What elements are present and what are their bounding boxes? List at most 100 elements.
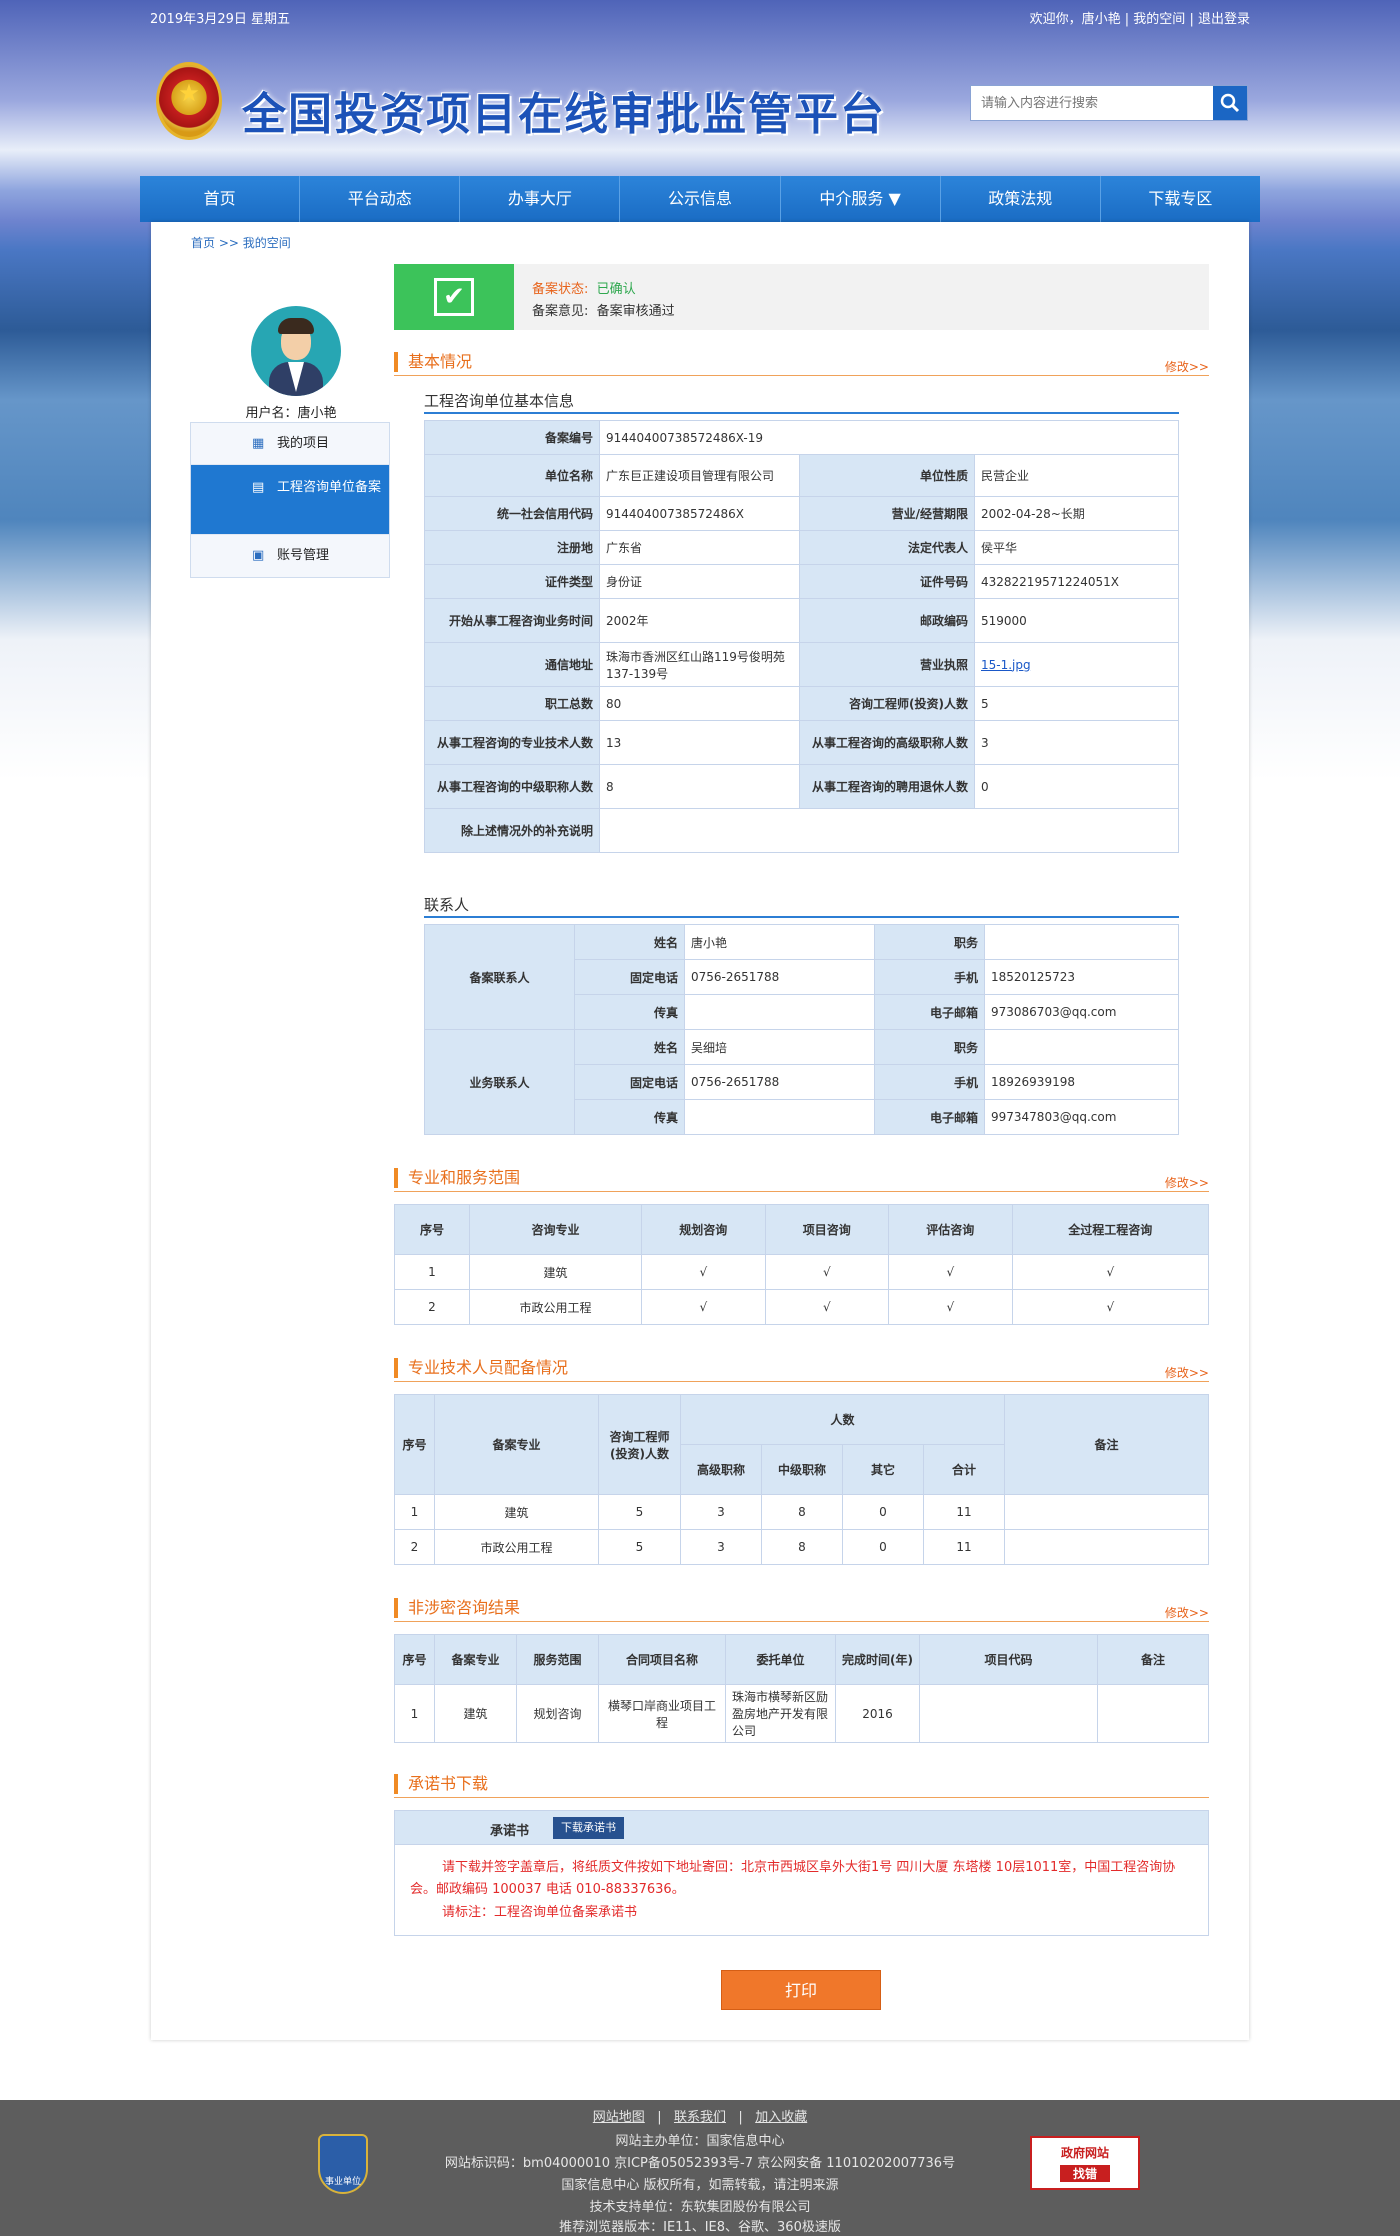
field-label: 电子邮箱: [874, 994, 985, 1030]
field-label: 手机: [874, 959, 985, 995]
footer-icp: 网站标识码：bm04000010 京ICP备05052393号-7 京公网安备 …: [444, 2156, 956, 2171]
search-input[interactable]: [971, 86, 1214, 120]
breadcrumb-home[interactable]: 首页: [191, 236, 215, 250]
field-value: 侯平华: [974, 530, 1179, 565]
field-label: 姓名: [574, 924, 685, 960]
nav-item-downloads[interactable]: 下载专区: [1101, 176, 1260, 222]
field-label: 证件类型: [424, 564, 600, 599]
nav-item-public-info[interactable]: 公示信息: [620, 176, 781, 222]
status-box: ✔ 备案状态: 已确认 备案意见: 备案审核通过: [394, 264, 1209, 330]
nav-item-policies[interactable]: 政策法规: [941, 176, 1101, 222]
field-value: 973086703@qq.com: [984, 994, 1179, 1030]
opinion-value: 备案审核通过: [596, 304, 675, 319]
field-label: 职务: [874, 924, 985, 960]
search-button[interactable]: [1213, 86, 1247, 120]
nav-item-service-hall[interactable]: 办事大厅: [460, 176, 621, 222]
table-row: 2 市政公用工程 5 3 8 0 11: [394, 1529, 1209, 1565]
institution-badge-icon[interactable]: 事业单位: [318, 2134, 368, 2194]
edit-link[interactable]: 修改>>: [1165, 1364, 1209, 1381]
sidebar-item-account[interactable]: ▣ 账号管理: [191, 535, 389, 577]
field-label: 备案编号: [424, 420, 600, 455]
column-header: 规划咨询: [641, 1204, 766, 1255]
field-value: 广东省: [599, 530, 800, 565]
section-results: 非涉密咨询结果 修改>>: [394, 1598, 1209, 1622]
footer-link-sitemap[interactable]: 网站地图: [593, 2110, 645, 2125]
column-header: 序号: [394, 1394, 435, 1495]
sidebar-item-my-projects[interactable]: ▦ 我的项目: [191, 423, 389, 465]
breadcrumb: 首页 >> 我的空间: [191, 234, 291, 251]
field-label: 单位名称: [424, 454, 600, 497]
footer-support: 技术支持单位：东软集团股份有限公司: [589, 2200, 811, 2215]
table-row: 2 市政公用工程 √ √ √ √: [394, 1289, 1210, 1325]
field-label: 单位性质: [799, 454, 975, 497]
current-date: 2019年3月29日 星期五: [150, 12, 291, 27]
column-header: 备案专业: [434, 1634, 517, 1685]
basic-subtitle: 工程咨询单位基本信息: [424, 390, 1179, 414]
edit-link[interactable]: 修改>>: [1165, 358, 1209, 375]
footer-link-contact[interactable]: 联系我们: [674, 2110, 726, 2125]
breadcrumb-current[interactable]: 我的空间: [243, 236, 291, 250]
separator: |: [1124, 12, 1130, 27]
logout-link[interactable]: 退出登录: [1198, 12, 1250, 27]
column-header: 其它: [842, 1444, 924, 1495]
field-value: 5: [974, 686, 1179, 721]
field-value: [599, 808, 1179, 853]
field-label: 开始从事工程咨询业务时间: [424, 598, 600, 643]
field-value: 519000: [974, 598, 1179, 643]
nav-item-home[interactable]: 首页: [140, 176, 301, 222]
column-header: 全过程工程咨询: [1011, 1204, 1210, 1255]
field-label: 传真: [574, 1099, 685, 1135]
avatar: [251, 306, 341, 396]
search-box: [970, 85, 1248, 121]
separator: |: [1189, 12, 1194, 27]
my-space-link[interactable]: 我的空间: [1133, 12, 1185, 27]
field-label: 邮政编码: [799, 598, 975, 643]
field-value: [684, 994, 875, 1030]
site-title: 全国投资项目在线审批监管平台: [242, 89, 886, 140]
field-label: 固定电话: [574, 1064, 685, 1100]
field-value: 13: [599, 720, 800, 765]
username-label: 用户名：唐小艳: [245, 406, 337, 421]
column-header: 完成时间(年): [835, 1634, 920, 1685]
footer-link-favorite[interactable]: 加入收藏: [755, 2110, 807, 2125]
footer: 网站地图 | 联系我们 | 加入收藏 网站主办单位：国家信息中心 网站标识码：b…: [0, 2100, 1400, 2236]
field-value: 0756-2651788: [684, 959, 875, 995]
national-emblem-icon: ★: [156, 62, 222, 140]
field-value: 91440400738572486X-19: [599, 420, 1179, 455]
staff-table: 序号 备案专业 咨询工程师(投资)人数 人数 备注 高级职称 中级职称 其它 合…: [394, 1394, 1209, 1565]
section-title: 专业和服务范围: [394, 1168, 1209, 1188]
license-file-link[interactable]: 15-1.jpg: [981, 658, 1031, 672]
field-label: 从事工程咨询的聘用退休人数: [799, 764, 975, 809]
column-header: 备案专业: [434, 1394, 599, 1495]
field-label: 证件号码: [799, 564, 975, 599]
table-row: 1 建筑 规划咨询 横琴口岸商业项目工程 珠海市横琴新区励盈房地产开发有限公司 2016: [394, 1684, 1209, 1743]
column-header: 咨询专业: [468, 1204, 643, 1255]
edit-link[interactable]: 修改>>: [1165, 1174, 1209, 1191]
sidebar-item-filing[interactable]: ▤ 工程咨询单位备案: [191, 465, 389, 535]
basic-info-table: 备案编号 91440400738572486X-19 单位名称 广东巨正建设项目管理…: [424, 420, 1179, 853]
section-scope: 专业和服务范围 修改>>: [394, 1168, 1209, 1192]
section-title: 承诺书下载: [394, 1774, 1209, 1794]
table-row: 1 建筑 √ √ √ √: [394, 1254, 1210, 1290]
field-value: 0: [974, 764, 1179, 809]
field-label: 姓名: [574, 1029, 685, 1065]
nav-item-news[interactable]: 平台动态: [300, 176, 461, 222]
column-header: 备注: [1097, 1634, 1209, 1685]
print-button[interactable]: 打印: [721, 1970, 881, 2010]
download-pledge-button[interactable]: 下载承诺书: [553, 1817, 624, 1839]
section-title: 专业技术人员配备情况: [394, 1358, 1209, 1378]
section-title: 非涉密咨询结果: [394, 1598, 1209, 1618]
field-label: 职工总数: [424, 686, 600, 721]
column-header: 项目咨询: [764, 1204, 890, 1255]
column-header: 服务范围: [516, 1634, 599, 1685]
field-label: 除上述情况外的补充说明: [424, 808, 600, 853]
field-label: 营业执照: [799, 642, 975, 687]
contact-group-label: 备案联系人: [424, 924, 575, 1030]
status-label: 备案状态:: [532, 282, 589, 297]
field-value: 珠海市香洲区红山路119号俊明苑137-139号: [599, 642, 800, 687]
table-row: 1 建筑 5 3 8 0 11: [394, 1494, 1209, 1530]
edit-link[interactable]: 修改>>: [1165, 1604, 1209, 1621]
gov-site-error-report[interactable]: 政府网站 找错: [1030, 2136, 1140, 2190]
nav-item-agency-services[interactable]: 中介服务 ▼: [781, 176, 941, 222]
field-label: 法定代表人: [799, 530, 975, 565]
